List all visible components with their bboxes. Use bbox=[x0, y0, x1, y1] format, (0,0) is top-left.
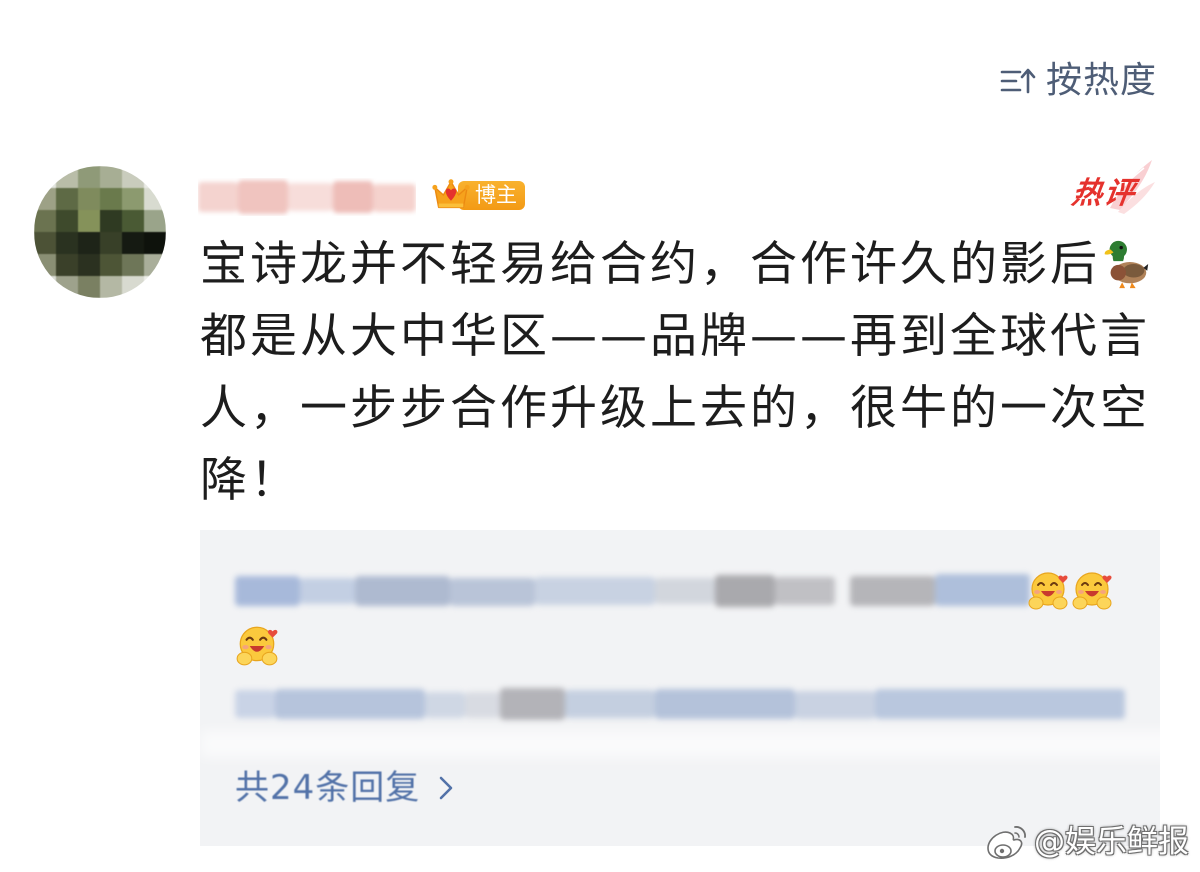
avatar-mosaic-cell bbox=[144, 232, 166, 254]
blurred-text-segment bbox=[655, 689, 795, 719]
blurred-text-segment bbox=[850, 576, 935, 606]
avatar-mosaic-cell bbox=[34, 254, 56, 276]
blur-haze bbox=[200, 730, 1175, 758]
avatar-mosaic-cell bbox=[34, 276, 56, 298]
avatar-image bbox=[34, 166, 166, 298]
avatar[interactable] bbox=[34, 166, 166, 298]
blurred-text-segment bbox=[655, 578, 715, 604]
avatar-mosaic-cell bbox=[78, 232, 100, 254]
avatar-mosaic-cell bbox=[78, 188, 100, 210]
hug-emoji-icon bbox=[1026, 568, 1070, 612]
avatar-mosaic-cell bbox=[78, 276, 100, 298]
avatar-mosaic-cell bbox=[100, 254, 122, 276]
blogger-badge: 博主 bbox=[432, 176, 528, 216]
avatar-mosaic-cell bbox=[56, 188, 78, 210]
avatar-mosaic-cell bbox=[144, 166, 166, 188]
comment-line: 人，一步步合作升级上去的，很牛的一次空 bbox=[200, 381, 1150, 436]
blurred-text-segment bbox=[198, 182, 238, 212]
avatar-mosaic-cell bbox=[78, 166, 100, 188]
comment-line: 宝诗龙并不轻易给合约，合作许久的影后 bbox=[200, 229, 1160, 301]
hot-comment-label: 热评 bbox=[1069, 176, 1139, 211]
avatar-mosaic-cell bbox=[34, 188, 56, 210]
comment-line-text: 宝诗龙并不轻易给合约，合作许久的影后 bbox=[200, 237, 1100, 292]
avatar-mosaic-cell bbox=[78, 254, 100, 276]
watermark-text: @娱乐鲜报 bbox=[1034, 824, 1189, 860]
chevron-right-icon bbox=[439, 776, 453, 800]
blurred-text-segment bbox=[535, 577, 655, 605]
avatar-mosaic-cell bbox=[100, 188, 122, 210]
blurred-text-segment bbox=[425, 692, 465, 718]
avatar-mosaic-cell bbox=[56, 276, 78, 298]
blurred-text-segment bbox=[715, 575, 775, 607]
reply-preview-blurred[interactable] bbox=[235, 570, 1030, 612]
avatar-mosaic-cell bbox=[144, 276, 166, 298]
avatar-mosaic-cell bbox=[100, 210, 122, 232]
blurred-text-segment bbox=[465, 692, 500, 718]
avatar-mosaic-cell bbox=[100, 166, 122, 188]
avatar-mosaic-cell bbox=[122, 188, 144, 210]
blurred-text-segment bbox=[288, 183, 333, 211]
sort-icon bbox=[1000, 68, 1036, 94]
avatar-mosaic-cell bbox=[100, 232, 122, 254]
blurred-text-segment bbox=[450, 578, 535, 606]
avatar-mosaic-cell bbox=[122, 210, 144, 232]
avatar-mosaic-cell bbox=[34, 210, 56, 232]
replies-count-label: 共24条回复 bbox=[235, 768, 421, 808]
blurred-text-segment bbox=[333, 181, 373, 213]
avatar-mosaic-cell bbox=[144, 254, 166, 276]
blurred-text-segment bbox=[875, 689, 1125, 719]
avatar-mosaic-cell bbox=[144, 188, 166, 210]
blurred-text-segment bbox=[775, 577, 835, 605]
blurred-text-segment bbox=[235, 690, 275, 718]
avatar-mosaic-cell bbox=[34, 166, 56, 188]
username-blurred[interactable] bbox=[198, 178, 416, 216]
avatar-mosaic-cell bbox=[56, 166, 78, 188]
badge-label: 博主 bbox=[475, 183, 517, 207]
avatar-mosaic-cell bbox=[122, 166, 144, 188]
avatar-mosaic-cell bbox=[34, 232, 56, 254]
avatar-mosaic-cell bbox=[144, 210, 166, 232]
blurred-text-segment bbox=[300, 578, 355, 604]
hug-emoji-icon bbox=[234, 622, 280, 668]
replies-preview-box[interactable]: 共24条回复 bbox=[200, 530, 1175, 846]
avatar-mosaic-cell bbox=[78, 210, 100, 232]
avatar-mosaic-cell bbox=[100, 276, 122, 298]
comment-text: 宝诗龙并不轻易给合约，合作许久的影后 都是从大中华区——品牌——再到全球代言 人… bbox=[200, 229, 1160, 517]
sort-by-hot-button[interactable]: 按热度 bbox=[1000, 58, 1157, 104]
blurred-text-segment bbox=[238, 180, 288, 214]
avatar-mosaic-cell bbox=[56, 210, 78, 232]
blurred-text-segment bbox=[795, 691, 875, 719]
watermark: @娱乐鲜报 bbox=[984, 818, 1189, 866]
blurred-text-segment bbox=[500, 688, 565, 720]
weibo-logo-icon bbox=[987, 826, 1026, 859]
hug-emoji-icon bbox=[1070, 568, 1114, 612]
avatar-mosaic-cell bbox=[122, 232, 144, 254]
comment-line: 降！ bbox=[200, 453, 300, 508]
avatar-mosaic-cell bbox=[56, 254, 78, 276]
crown-icon bbox=[432, 179, 470, 209]
username-blur-layer bbox=[198, 178, 416, 216]
blurred-text-segment bbox=[565, 690, 655, 718]
blurred-text-segment bbox=[935, 574, 1030, 606]
blurred-text-segment bbox=[355, 576, 450, 606]
comment-line: 都是从大中华区——品牌——再到全球代言 bbox=[200, 309, 1150, 364]
blurred-text-segment bbox=[275, 689, 425, 719]
avatar-mosaic-cell bbox=[122, 276, 144, 298]
reply-preview-blurred[interactable] bbox=[235, 684, 1125, 724]
sort-label: 按热度 bbox=[1046, 60, 1158, 101]
view-all-replies-link[interactable]: 共24条回复 bbox=[235, 766, 456, 810]
avatar-mosaic-cell bbox=[56, 232, 78, 254]
blurred-text-segment bbox=[235, 576, 300, 606]
duck-emoji-icon bbox=[1102, 236, 1150, 290]
avatar-mosaic-cell bbox=[122, 254, 144, 276]
blurred-text-segment bbox=[373, 184, 416, 212]
hot-comment-badge: 热评 bbox=[1066, 154, 1158, 218]
